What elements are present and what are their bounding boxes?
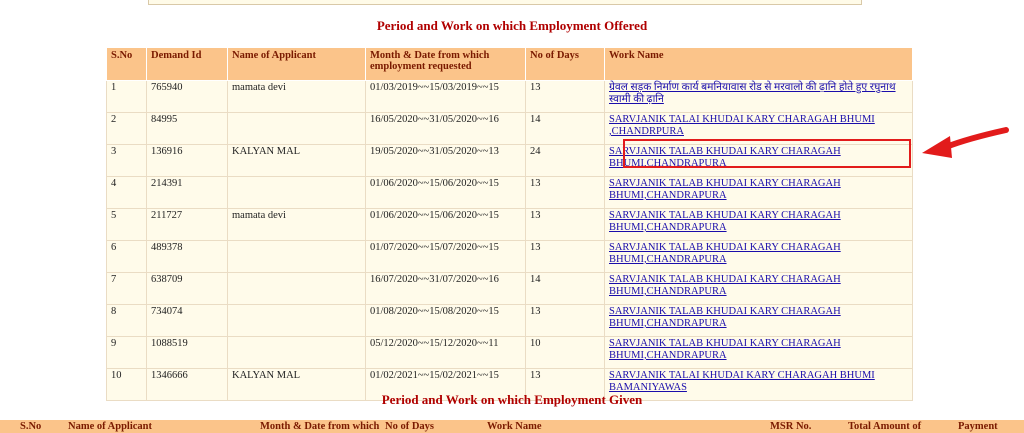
work-name-link[interactable]: SARVJANIK TALAB KHUDAI KARY CHARAGAH BHU…: [609, 210, 841, 233]
col-header-msr-no: MSR No.: [770, 421, 812, 432]
table-row: 2 84995 16/05/2020~~31/05/2020~~16 14 SA…: [106, 112, 913, 145]
cell-period: 16/05/2020~~31/05/2020~~16: [365, 112, 526, 145]
cell-days: 13: [525, 304, 605, 337]
cell-demand-id: 136916: [146, 144, 228, 177]
work-name-link[interactable]: SARVJANIK TALAB KHUDAI KARY CHARAGAH BHU…: [609, 178, 841, 201]
cell-sno: 6: [106, 240, 147, 273]
work-name-link[interactable]: SARVJANIK TALAB KHUDAI KARY CHARAGAH BHU…: [609, 274, 841, 297]
cell-sno: 1: [106, 80, 147, 113]
table-row: 4 214391 01/06/2020~~15/06/2020~~15 13 S…: [106, 176, 913, 209]
col-header-period: Month & Date from which employment reque…: [365, 47, 526, 81]
col-header-total-amount: Total Amount of: [848, 421, 922, 432]
employment-offered-table: S.No Demand Id Name of Applicant Month &…: [106, 47, 913, 401]
cell-work-name: SARVJANIK TALAB KHUDAI KARY CHARAGAH BHU…: [604, 304, 913, 337]
cell-days: 13: [525, 240, 605, 273]
cell-work-name: ग्रेवल सड़क निर्माण कार्य बमनियावास रोड …: [604, 80, 913, 113]
cell-sno: 5: [106, 208, 147, 241]
cell-work-name: SARVJANIK TALAB KHUDAI KARY CHARAGAH BHU…: [604, 208, 913, 241]
table-row: 7 638709 16/07/2020~~31/07/2020~~16 14 S…: [106, 272, 913, 305]
cell-work-name: SARVJANIK TALAI KHUDAI KARY CHARAGAH BHU…: [604, 112, 913, 145]
cell-sno: 3: [106, 144, 147, 177]
cell-days: 24: [525, 144, 605, 177]
section-title-offered: Period and Work on which Employment Offe…: [376, 18, 648, 33]
cell-applicant: [227, 336, 366, 369]
table-row: 9 1088519 05/12/2020~~15/12/2020~~11 10 …: [106, 336, 913, 369]
cell-work-name: SARVJANIK TALAB KHUDAI KARY CHARAGAH BHU…: [604, 240, 913, 273]
cell-applicant: KALYAN MAL: [227, 144, 366, 177]
cell-sno: 8: [106, 304, 147, 337]
col-header-work-name: Work Name: [604, 47, 913, 81]
cell-demand-id: 489378: [146, 240, 228, 273]
cell-sno: 7: [106, 272, 147, 305]
cell-days: 14: [525, 112, 605, 145]
cell-sno: 9: [106, 336, 147, 369]
cell-period: 16/07/2020~~31/07/2020~~16: [365, 272, 526, 305]
cell-days: 10: [525, 336, 605, 369]
cell-sno: 2: [106, 112, 147, 145]
cell-applicant: [227, 304, 366, 337]
cell-period: 01/03/2019~~15/03/2019~~15: [365, 80, 526, 113]
table-row: 5 211727 mamata devi 01/06/2020~~15/06/2…: [106, 208, 913, 241]
cell-work-name: SARVJANIK TALAB KHUDAI KARY CHARAGAH BHU…: [604, 176, 913, 209]
col-header-sno: S.No: [20, 421, 42, 432]
work-name-link[interactable]: ग्रेवल सड़क निर्माण कार्य बमनियावास रोड …: [609, 82, 896, 105]
work-name-link[interactable]: SARVJANIK TALAB KHUDAI KARY CHARAGAH BHU…: [609, 338, 841, 361]
work-name-link[interactable]: SARVJANIK TALAB KHUDAI KARY CHARAGAH BHU…: [609, 242, 841, 265]
cell-sno: 4: [106, 176, 147, 209]
cell-days: 13: [525, 80, 605, 113]
col-header-sno: S.No: [106, 47, 147, 81]
cell-days: 14: [525, 272, 605, 305]
cell-demand-id: 638709: [146, 272, 228, 305]
table-row: 6 489378 01/07/2020~~15/07/2020~~15 13 S…: [106, 240, 913, 273]
cell-work-name: SARVJANIK TALAB KHUDAI KARY CHARAGAH BHU…: [604, 144, 913, 177]
table-header-row: S.No Demand Id Name of Applicant Month &…: [106, 47, 913, 81]
employment-given-header-row: S.No Name of Applicant Month & Date from…: [0, 420, 1024, 433]
col-header-applicant: Name of Applicant: [68, 421, 152, 432]
col-header-days: No of Days: [385, 421, 434, 432]
work-name-link[interactable]: SARVJANIK TALAI KHUDAI KARY CHARAGAH BHU…: [609, 114, 875, 137]
cell-period: 01/06/2020~~15/06/2020~~15: [365, 176, 526, 209]
cell-demand-id: 214391: [146, 176, 228, 209]
cell-demand-id: 734074: [146, 304, 228, 337]
col-header-period: Month & Date from which: [260, 421, 380, 432]
cell-period: 19/05/2020~~31/05/2020~~13: [365, 144, 526, 177]
table-row: 1 765940 mamata devi 01/03/2019~~15/03/2…: [106, 80, 913, 113]
cell-applicant: mamata devi: [227, 208, 366, 241]
section-title-given: Period and Work on which Employment Give…: [381, 392, 643, 407]
cell-period: 01/08/2020~~15/08/2020~~15: [365, 304, 526, 337]
cell-applicant: [227, 240, 366, 273]
cell-demand-id: 84995: [146, 112, 228, 145]
cell-demand-id: 211727: [146, 208, 228, 241]
col-header-demand-id: Demand Id: [146, 47, 228, 81]
cell-applicant: [227, 272, 366, 305]
col-header-applicant: Name of Applicant: [227, 47, 366, 81]
work-name-link[interactable]: SARVJANIK TALAB KHUDAI KARY CHARAGAH BHU…: [609, 306, 841, 329]
cell-period: 05/12/2020~~15/12/2020~~11: [365, 336, 526, 369]
col-header-days: No of Days: [525, 47, 605, 81]
cell-work-name: SARVJANIK TALAB KHUDAI KARY CHARAGAH BHU…: [604, 272, 913, 305]
work-name-link[interactable]: SARVJANIK TALAI KHUDAI KARY CHARAGAH BHU…: [609, 370, 875, 393]
cell-demand-id: 765940: [146, 80, 228, 113]
col-header-payment: Payment: [958, 421, 998, 432]
table-row: 3 136916 KALYAN MAL 19/05/2020~~31/05/20…: [106, 144, 913, 177]
table-row: 8 734074 01/08/2020~~15/08/2020~~15 13 S…: [106, 304, 913, 337]
cell-period: 01/06/2020~~15/06/2020~~15: [365, 208, 526, 241]
cell-period: 01/07/2020~~15/07/2020~~15: [365, 240, 526, 273]
previous-table-edge: [148, 0, 862, 5]
cell-applicant: [227, 176, 366, 209]
cell-days: 13: [525, 208, 605, 241]
cell-applicant: [227, 112, 366, 145]
cell-days: 13: [525, 176, 605, 209]
cell-demand-id: 1088519: [146, 336, 228, 369]
red-arrow-icon: [922, 127, 1009, 158]
cell-applicant: mamata devi: [227, 80, 366, 113]
cell-work-name: SARVJANIK TALAB KHUDAI KARY CHARAGAH BHU…: [604, 336, 913, 369]
work-name-link[interactable]: SARVJANIK TALAB KHUDAI KARY CHARAGAH BHU…: [609, 146, 841, 169]
col-header-work-name: Work Name: [487, 421, 542, 432]
